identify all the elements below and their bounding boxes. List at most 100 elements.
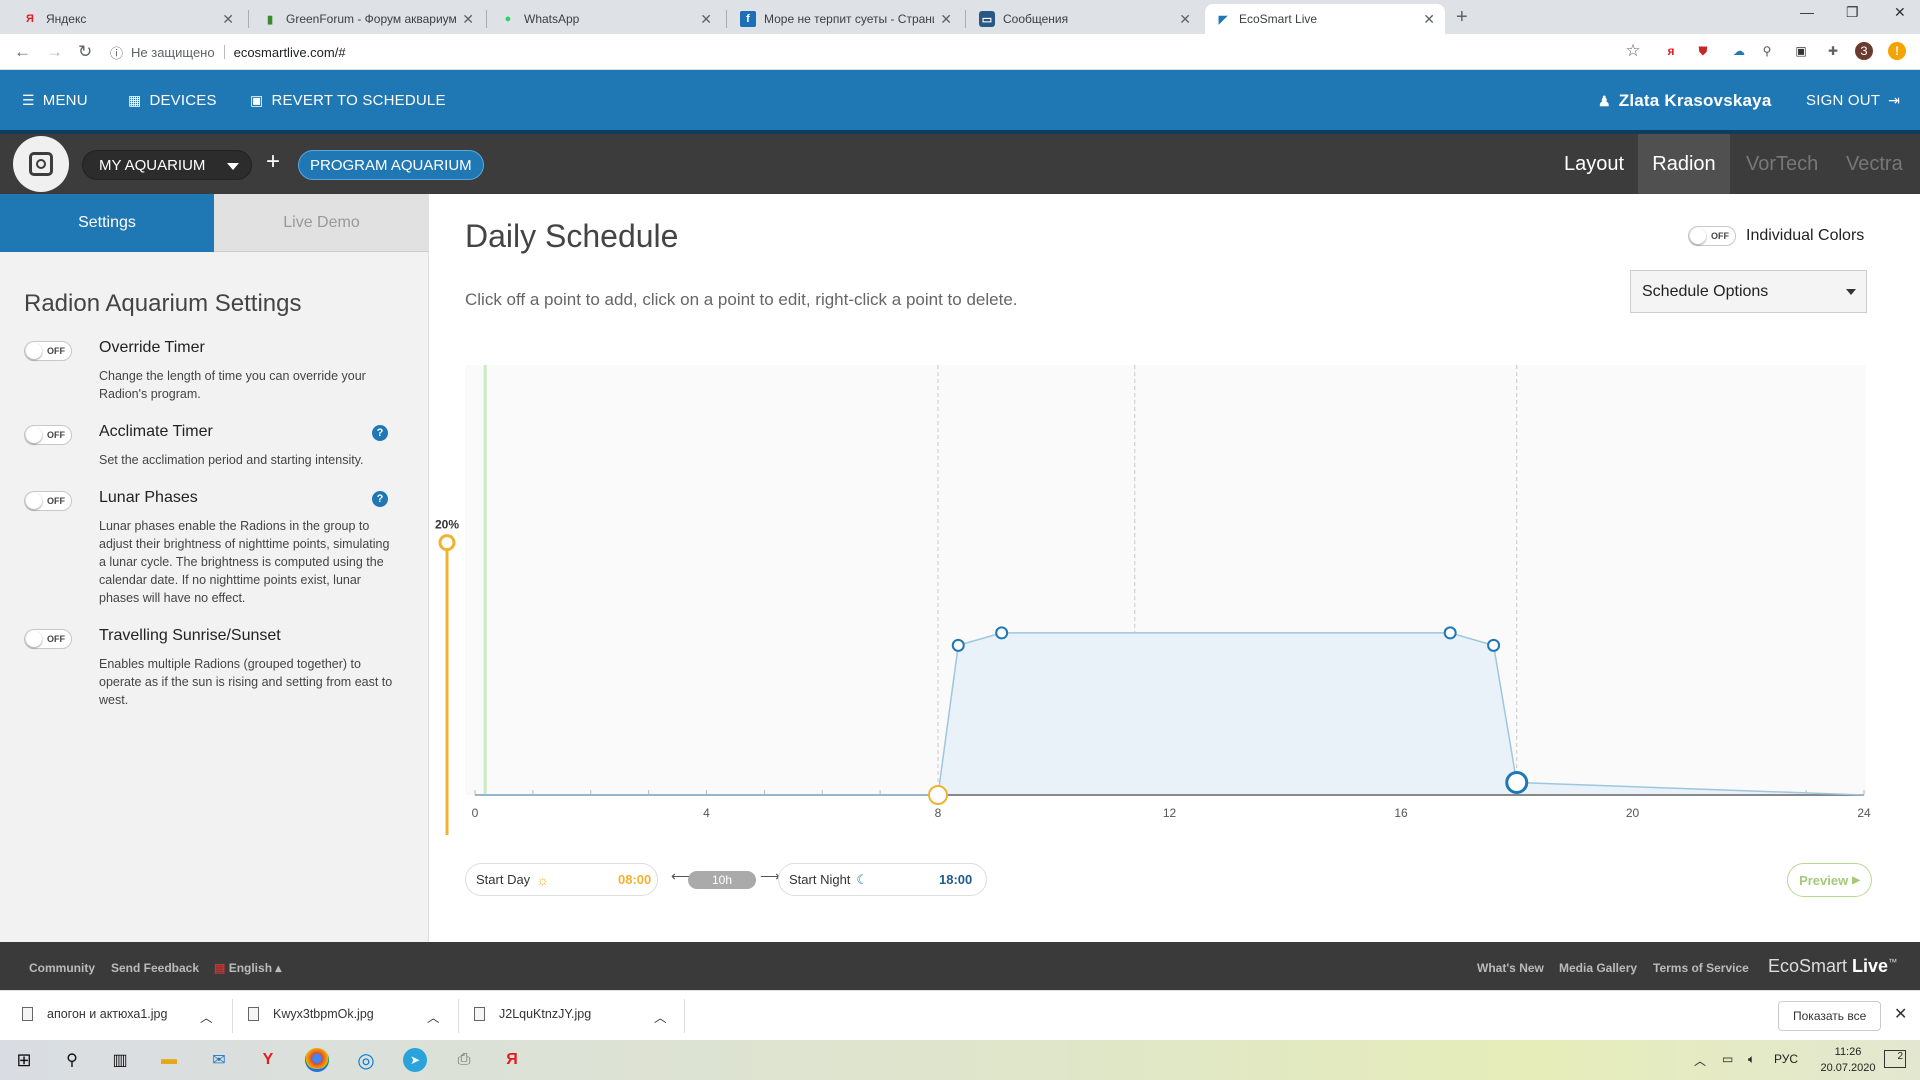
- forward-icon[interactable]: →: [46, 42, 63, 62]
- yandex-icon[interactable]: Я: [500, 1048, 524, 1072]
- magnifier-ext-icon[interactable]: ⚲: [1758, 42, 1776, 60]
- schedule-point[interactable]: [995, 626, 1009, 640]
- start-day-time[interactable]: 08:00: [618, 872, 651, 887]
- chevron-up-icon[interactable]: ︿: [654, 1007, 667, 1026]
- tab-vectra[interactable]: Vectra: [1831, 134, 1918, 194]
- search-icon[interactable]: ⚲: [60, 1048, 84, 1072]
- close-tab-icon[interactable]: ✕: [700, 11, 712, 28]
- acclimate-timer-toggle[interactable]: OFF: [24, 425, 72, 445]
- browser-tab-messages[interactable]: ▭ Сообщения ✕: [969, 4, 1201, 34]
- browser-tab-whatsapp[interactable]: ● WhatsApp ✕: [490, 4, 722, 34]
- maximize-icon[interactable]: ❐: [1846, 4, 1859, 21]
- add-aquarium-button[interactable]: +: [266, 148, 280, 176]
- start-night-point[interactable]: [1505, 771, 1529, 795]
- browser-tab-strip: Я Яндекс ✕ ▮ GreenForum - Форум аквариум…: [0, 0, 1920, 34]
- printer-icon[interactable]: ⎙: [452, 1048, 476, 1072]
- tab-live-demo[interactable]: Live Demo: [214, 194, 429, 252]
- minimize-icon[interactable]: —: [1800, 4, 1814, 20]
- close-tab-icon[interactable]: ✕: [940, 11, 952, 28]
- close-tab-icon[interactable]: ✕: [1179, 11, 1191, 28]
- schedule-chart[interactable]: 0 4 8 12 16 20 24 20%: [430, 360, 1880, 840]
- puzzle-extensions-icon[interactable]: ✚: [1824, 42, 1842, 60]
- chrome-icon[interactable]: [305, 1048, 329, 1072]
- travelling-sunrise-toggle[interactable]: OFF: [24, 629, 72, 649]
- tab-settings[interactable]: Settings: [0, 194, 214, 252]
- browser-tab-ecosmart[interactable]: ◤ EcoSmart Live ✕: [1205, 4, 1445, 34]
- sign-out-button[interactable]: SIGN OUT ⇥: [1806, 92, 1900, 109]
- aquarium-select[interactable]: MY AQUARIUM: [82, 150, 252, 180]
- browser-tab-greenforum[interactable]: ▮ GreenForum - Форум аквариумистов ✕: [252, 4, 484, 34]
- community-link[interactable]: Community: [29, 961, 95, 975]
- bookmark-star-icon[interactable]: ☆: [1624, 41, 1642, 60]
- edge-icon[interactable]: ◎: [354, 1048, 378, 1072]
- chevron-up-icon[interactable]: ︿: [200, 1007, 213, 1026]
- menu-button[interactable]: ☰ MENU: [22, 92, 88, 109]
- lunar-phases-toggle[interactable]: OFF: [24, 491, 72, 511]
- schedule-point[interactable]: [1487, 638, 1501, 652]
- schedule-point[interactable]: [1443, 626, 1457, 640]
- task-view-icon[interactable]: ▥: [108, 1048, 132, 1072]
- omnibox[interactable]: ⓘ Не защищено ecosmartlive.com/#: [110, 39, 1650, 65]
- url-text[interactable]: ecosmartlive.com/#: [234, 45, 346, 60]
- profile-avatar[interactable]: З: [1855, 42, 1873, 60]
- show-all-downloads-button[interactable]: Показать все: [1778, 1001, 1882, 1031]
- downloads-bar: апогон и актюха1.jpg ︿ Kwyx3tbpmOk.jpg ︿…: [0, 990, 1920, 1040]
- download-item[interactable]: апогон и актюха1.jpg: [22, 1007, 167, 1021]
- new-tab-icon[interactable]: +: [1456, 6, 1468, 29]
- override-timer-toggle[interactable]: OFF: [24, 341, 72, 361]
- download-item[interactable]: Kwyx3tbpmOk.jpg: [248, 1007, 374, 1021]
- close-tab-icon[interactable]: ✕: [462, 11, 474, 28]
- schedule-point[interactable]: [951, 638, 965, 652]
- network-icon[interactable]: ▭: [1722, 1052, 1733, 1066]
- file-explorer-icon[interactable]: ▬: [157, 1048, 181, 1072]
- send-feedback-link[interactable]: Send Feedback: [111, 961, 199, 975]
- chevron-up-icon[interactable]: ︿: [1694, 1052, 1706, 1069]
- telegram-icon[interactable]: ➤: [403, 1048, 427, 1072]
- volume-icon[interactable]: 🔈︎: [1748, 1052, 1755, 1067]
- browser-tab-yandex[interactable]: Я Яндекс ✕: [12, 4, 244, 34]
- tab-vortech[interactable]: VorTech: [1731, 134, 1833, 194]
- intensity-slider-handle[interactable]: [438, 534, 456, 552]
- program-aquarium-button[interactable]: PROGRAM AQUARIUM: [298, 150, 484, 180]
- tab-layout[interactable]: Layout: [1549, 134, 1639, 194]
- help-icon[interactable]: ?: [372, 491, 388, 507]
- terms-link[interactable]: Terms of Service: [1653, 961, 1749, 975]
- media-gallery-link[interactable]: Media Gallery: [1559, 961, 1637, 975]
- yandex-ext-icon[interactable]: я: [1662, 42, 1680, 60]
- individual-colors-toggle[interactable]: OFF: [1688, 226, 1736, 246]
- close-window-icon[interactable]: ✕: [1894, 4, 1906, 21]
- close-tab-icon[interactable]: ✕: [222, 11, 234, 28]
- yandex-browser-icon[interactable]: Y: [256, 1048, 280, 1072]
- language-select[interactable]: ▤ English ▴: [214, 961, 281, 975]
- back-icon[interactable]: ←: [14, 42, 31, 62]
- shield-ext-icon[interactable]: ⛊: [1694, 42, 1712, 60]
- chevron-up-icon[interactable]: ︿: [427, 1007, 440, 1026]
- browser-tab-page[interactable]: f Море не терпит суеты - Страница ✕: [730, 4, 962, 34]
- user-name[interactable]: ♟ Zlata Krasovskaya: [1598, 91, 1771, 111]
- start-day-control[interactable]: Start Day ☼ 08:00: [465, 863, 658, 896]
- update-alert-icon[interactable]: !: [1888, 42, 1906, 60]
- language-indicator[interactable]: РУС: [1774, 1052, 1798, 1066]
- clock[interactable]: 11:26 20.07.2020: [1818, 1044, 1878, 1076]
- close-icon[interactable]: ✕: [1894, 1004, 1907, 1024]
- start-night-control[interactable]: Start Night ☾ 18:00: [778, 863, 987, 896]
- mail-icon[interactable]: ✉: [207, 1048, 231, 1072]
- info-icon[interactable]: ⓘ: [110, 43, 123, 62]
- schedule-options-dropdown[interactable]: Schedule Options: [1630, 270, 1867, 313]
- windows-start-icon[interactable]: ⊞: [12, 1048, 36, 1072]
- aquarium-photo-button[interactable]: [13, 136, 69, 192]
- start-night-time[interactable]: 18:00: [939, 872, 972, 887]
- reload-icon[interactable]: ↻: [78, 42, 92, 62]
- help-icon[interactable]: ?: [372, 425, 388, 441]
- revert-to-schedule-button[interactable]: ▣ REVERT TO SCHEDULE: [250, 92, 446, 109]
- devices-button[interactable]: ▦ DEVICES: [128, 92, 217, 109]
- tab-radion[interactable]: Radion: [1638, 134, 1730, 194]
- start-day-point[interactable]: [928, 785, 948, 805]
- download-item[interactable]: J2LquKtnzJY.jpg: [474, 1007, 591, 1021]
- whats-new-link[interactable]: What's New: [1477, 961, 1544, 975]
- box-ext-icon[interactable]: ▣: [1792, 42, 1810, 60]
- notifications-icon[interactable]: 2: [1884, 1050, 1906, 1068]
- close-tab-icon[interactable]: ✕: [1423, 11, 1435, 28]
- preview-button[interactable]: Preview ▶: [1787, 863, 1872, 897]
- cloud-ext-icon[interactable]: ☁: [1730, 42, 1748, 60]
